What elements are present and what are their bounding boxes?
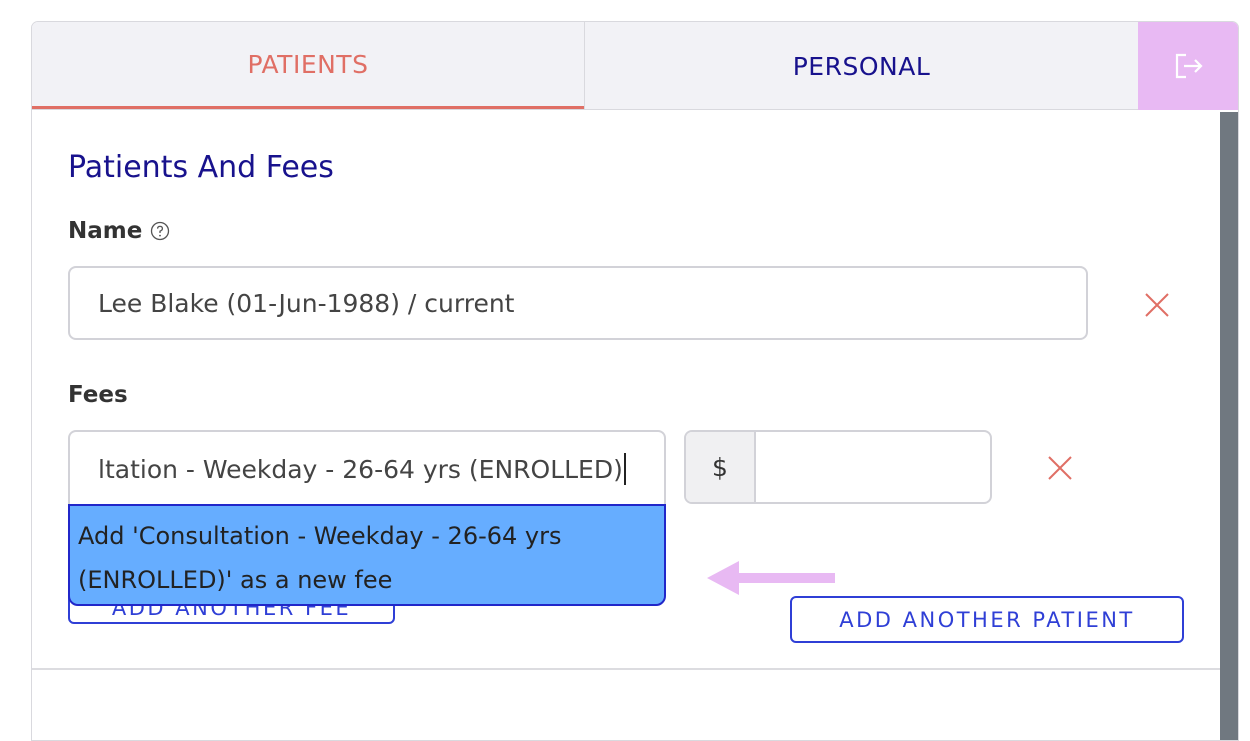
section-title: Patients And Fees <box>68 150 334 185</box>
tab-personal[interactable]: PERSONAL <box>584 22 1138 110</box>
tab-bar: PATIENTS PERSONAL <box>32 22 1238 110</box>
fee-amount-input[interactable] <box>756 432 990 502</box>
remove-patient-button[interactable] <box>1144 292 1170 318</box>
text-caret <box>623 453 626 485</box>
add-new-fee-suggestion[interactable]: Add 'Consultation - Weekday - 26-64 yrs … <box>68 504 666 606</box>
fee-amount-group: $ <box>684 430 992 504</box>
currency-symbol: $ <box>686 432 756 502</box>
fee-search-input[interactable]: ltation - Weekday - 26-64 yrs (ENROLLED) <box>68 430 666 506</box>
fee-input-value: ltation - Weekday - 26-64 yrs (ENROLLED) <box>98 454 623 484</box>
patient-name-value: Lee Blake (01-Jun-1988) / current <box>98 288 515 318</box>
annotation-arrow-icon <box>707 561 835 595</box>
patient-name-input[interactable]: Lee Blake (01-Jun-1988) / current <box>68 266 1088 340</box>
section-divider <box>32 668 1220 670</box>
close-icon <box>1048 456 1072 480</box>
exit-button[interactable] <box>1138 22 1238 110</box>
tab-patients[interactable]: PATIENTS <box>32 22 584 109</box>
main-panel: PATIENTS PERSONAL Patients And Fees Name… <box>31 21 1239 741</box>
question-circle-icon[interactable] <box>150 221 170 241</box>
scrollbar[interactable] <box>1220 112 1238 740</box>
fees-label: Fees <box>68 382 128 408</box>
remove-fee-button[interactable] <box>1047 455 1073 481</box>
add-another-patient-button[interactable]: ADD ANOTHER PATIENT <box>790 596 1184 643</box>
exit-icon <box>1175 53 1203 79</box>
close-icon <box>1145 293 1169 317</box>
name-label: Name <box>68 218 143 244</box>
name-label-row: Name <box>68 218 170 244</box>
